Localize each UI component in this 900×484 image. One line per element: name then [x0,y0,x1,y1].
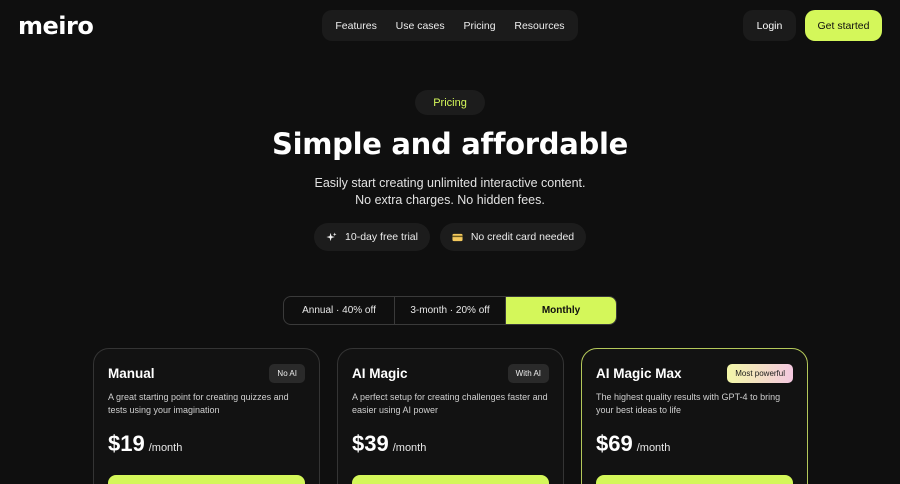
billing-annual-option[interactable]: Annual · 40% off [284,297,394,324]
plan-badge: No AI [269,364,305,383]
price-period: /month [636,442,671,454]
plan-select-button[interactable] [596,475,793,484]
main-nav: Features Use cases Pricing Resources [322,10,578,41]
plan-price: $39 /month [352,431,426,457]
plan-card-ai-magic: AI Magic With AI A perfect setup for cre… [337,348,564,484]
price-period: /month [148,442,183,454]
login-button[interactable]: Login [743,10,796,41]
plan-select-button[interactable] [352,475,549,484]
plan-name: Manual [108,366,155,381]
nav-use-cases[interactable]: Use cases [396,20,445,32]
plan-description: The highest quality results with GPT-4 t… [596,392,781,415]
plan-description: A great starting point for creating quiz… [108,392,289,415]
price-amount: $69 [596,431,633,456]
plan-card-manual: Manual No AI A great starting point for … [93,348,320,484]
plan-badge: Most powerful [727,364,793,383]
subtitle-line-1: Easily start creating unlimited interact… [314,176,586,190]
no-credit-card-chip: No credit card needed [440,223,586,251]
billing-3-month-option[interactable]: 3-month · 20% off [394,297,505,324]
free-trial-label: 10-day free trial [345,231,418,243]
nav-features[interactable]: Features [335,20,376,32]
billing-monthly-option[interactable]: Monthly [505,297,616,324]
nav-resources[interactable]: Resources [514,20,564,32]
get-started-button[interactable]: Get started [805,10,882,41]
page-title: Simple and affordable [271,127,628,161]
plan-name: AI Magic [352,366,408,381]
subtitle-line-2: No extra charges. No hidden fees. [355,193,545,207]
billing-period-toggle: Annual · 40% off 3-month · 20% off Month… [283,296,617,325]
no-credit-card-label: No credit card needed [470,231,575,243]
plan-description: A perfect setup for creating challenges … [352,392,548,415]
meiro-logo[interactable]: meiro [18,12,94,40]
sparkle-icon [326,231,337,243]
price-period: /month [392,442,427,454]
plan-price: $69 /month [596,431,670,457]
free-trial-chip: 10-day free trial [314,223,430,251]
price-amount: $39 [352,431,389,456]
plan-badge: With AI [507,364,549,383]
plan-select-button[interactable] [108,475,305,484]
plan-name: AI Magic Max [596,366,682,381]
credit-card-icon [452,232,463,243]
plan-card-ai-magic-max: AI Magic Max Most powerful The highest q… [581,348,808,484]
pricing-pill: Pricing [415,90,485,115]
plan-price: $19 /month [108,431,182,457]
nav-pricing[interactable]: Pricing [463,20,495,32]
price-amount: $19 [108,431,145,456]
